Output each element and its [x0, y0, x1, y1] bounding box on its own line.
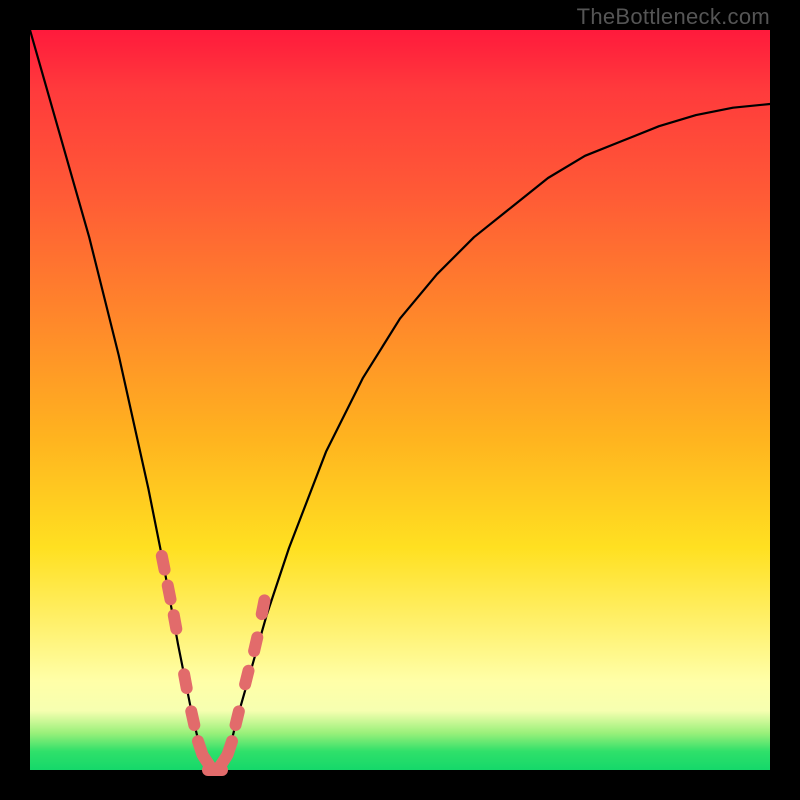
- curve-marker: [228, 704, 246, 732]
- watermark-text: TheBottleneck.com: [577, 4, 770, 30]
- curve-path: [30, 30, 770, 770]
- chart-frame: TheBottleneck.com: [0, 0, 800, 800]
- curve-marker: [220, 734, 240, 762]
- curve-marker: [255, 593, 272, 621]
- curve-marker: [247, 630, 265, 658]
- curve-marker: [161, 578, 178, 606]
- plot-area: [30, 30, 770, 770]
- curve-marker: [184, 704, 201, 732]
- curve-marker: [167, 608, 183, 636]
- bottleneck-curve: [30, 30, 770, 770]
- curve-marker: [155, 549, 172, 577]
- curve-marker: [238, 663, 256, 691]
- curve-layer: [30, 30, 770, 770]
- curve-marker: [177, 667, 194, 695]
